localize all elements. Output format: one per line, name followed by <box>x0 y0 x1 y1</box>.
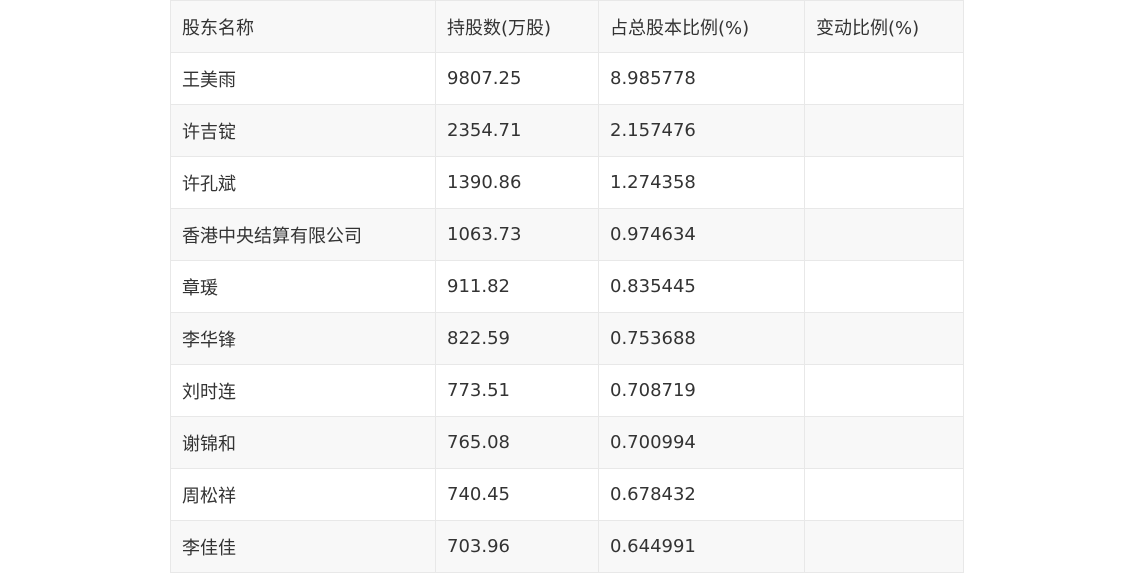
cell-shares-held: 1390.86 <box>435 156 599 209</box>
cell-shares-held: 911.82 <box>435 260 599 313</box>
table-row: 李华锋 822.59 0.753688 <box>170 312 964 365</box>
cell-shares-held: 740.45 <box>435 468 599 521</box>
cell-shareholder-name: 刘时连 <box>170 364 436 417</box>
shareholders-table: 股东名称 持股数(万股) 占总股本比例(%) 变动比例(%) 王美雨 9807.… <box>170 0 964 573</box>
cell-shareholder-name: 许吉锭 <box>170 104 436 157</box>
cell-shareholder-name: 李华锋 <box>170 312 436 365</box>
cell-share-ratio: 0.974634 <box>598 208 805 261</box>
table-row: 王美雨 9807.25 8.985778 <box>170 52 964 105</box>
table-row: 刘时连 773.51 0.708719 <box>170 364 964 417</box>
header-change-ratio: 变动比例(%) <box>804 0 964 53</box>
cell-share-ratio: 2.157476 <box>598 104 805 157</box>
cell-share-ratio: 0.708719 <box>598 364 805 417</box>
cell-shares-held: 1063.73 <box>435 208 599 261</box>
cell-share-ratio: 8.985778 <box>598 52 805 105</box>
table-row: 许吉锭 2354.71 2.157476 <box>170 104 964 157</box>
cell-change-ratio <box>804 260 964 313</box>
cell-share-ratio: 0.835445 <box>598 260 805 313</box>
cell-change-ratio <box>804 312 964 365</box>
cell-shares-held: 9807.25 <box>435 52 599 105</box>
header-shareholder-name: 股东名称 <box>170 0 436 53</box>
table-row: 周松祥 740.45 0.678432 <box>170 468 964 521</box>
cell-change-ratio <box>804 416 964 469</box>
table-row: 谢锦和 765.08 0.700994 <box>170 416 964 469</box>
header-shares-held: 持股数(万股) <box>435 0 599 53</box>
cell-shares-held: 2354.71 <box>435 104 599 157</box>
table-row: 许孔斌 1390.86 1.274358 <box>170 156 964 209</box>
table-header-row: 股东名称 持股数(万股) 占总股本比例(%) 变动比例(%) <box>170 0 964 53</box>
cell-share-ratio: 1.274358 <box>598 156 805 209</box>
header-share-ratio: 占总股本比例(%) <box>598 0 805 53</box>
cell-change-ratio <box>804 52 964 105</box>
cell-shareholder-name: 王美雨 <box>170 52 436 105</box>
cell-shareholder-name: 章瑗 <box>170 260 436 313</box>
cell-change-ratio <box>804 468 964 521</box>
shareholders-table-container: 股东名称 持股数(万股) 占总股本比例(%) 变动比例(%) 王美雨 9807.… <box>170 0 964 573</box>
cell-share-ratio: 0.678432 <box>598 468 805 521</box>
cell-change-ratio <box>804 364 964 417</box>
cell-shares-held: 703.96 <box>435 520 599 573</box>
cell-shareholder-name: 许孔斌 <box>170 156 436 209</box>
cell-shares-held: 765.08 <box>435 416 599 469</box>
cell-change-ratio <box>804 156 964 209</box>
cell-change-ratio <box>804 208 964 261</box>
table-row: 章瑗 911.82 0.835445 <box>170 260 964 313</box>
table-row: 李佳佳 703.96 0.644991 <box>170 520 964 573</box>
cell-share-ratio: 0.644991 <box>598 520 805 573</box>
cell-shareholder-name: 李佳佳 <box>170 520 436 573</box>
cell-share-ratio: 0.700994 <box>598 416 805 469</box>
cell-shareholder-name: 香港中央结算有限公司 <box>170 208 436 261</box>
cell-shareholder-name: 周松祥 <box>170 468 436 521</box>
cell-change-ratio <box>804 520 964 573</box>
cell-shares-held: 773.51 <box>435 364 599 417</box>
cell-change-ratio <box>804 104 964 157</box>
cell-shareholder-name: 谢锦和 <box>170 416 436 469</box>
cell-shares-held: 822.59 <box>435 312 599 365</box>
cell-share-ratio: 0.753688 <box>598 312 805 365</box>
table-row: 香港中央结算有限公司 1063.73 0.974634 <box>170 208 964 261</box>
